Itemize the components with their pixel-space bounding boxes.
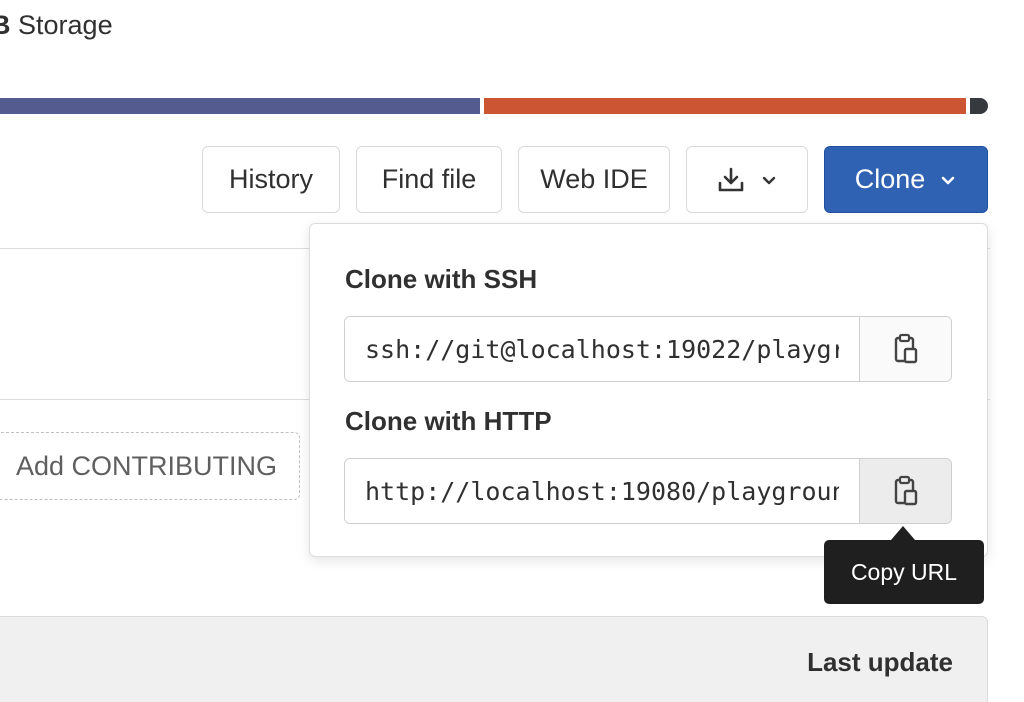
clone-ssh-title: Clone with SSH — [345, 264, 538, 294]
chevron-down-icon — [762, 176, 776, 184]
download-icon — [718, 167, 744, 191]
storage-stat[interactable]: B Storage — [0, 10, 113, 41]
clone-dropdown-menu: Clone with SSH Clone with HTTP — [309, 223, 988, 557]
clone-ssh-input-group — [344, 316, 952, 382]
clone-http-title: Clone with HTTP — [345, 406, 552, 436]
language-segment[interactable] — [484, 98, 966, 114]
file-table-header: Last update — [0, 616, 988, 702]
history-button[interactable]: History — [202, 146, 340, 213]
copy-http-url-button[interactable] — [859, 459, 951, 523]
chevron-down-icon — [941, 176, 955, 184]
last-update-column-header: Last update — [807, 647, 953, 677]
clone-dropdown-button[interactable]: Clone — [824, 146, 988, 213]
clone-http-input-group — [344, 458, 952, 524]
repository-languages-bar — [0, 98, 990, 114]
language-segment[interactable] — [970, 98, 988, 114]
http-url-input[interactable] — [345, 459, 859, 523]
clipboard-icon — [894, 475, 917, 506]
storage-size-fragment: B — [0, 10, 11, 40]
copy-url-tooltip: Copy URL — [824, 540, 984, 604]
tooltip-arrow — [891, 526, 915, 540]
clone-button-label: Clone — [854, 164, 926, 194]
copy-ssh-url-button[interactable] — [859, 317, 951, 381]
storage-label: Storage — [18, 10, 113, 40]
web-ide-button[interactable]: Web IDE — [518, 146, 670, 213]
download-dropdown-button[interactable] — [686, 146, 808, 213]
clipboard-icon — [894, 333, 917, 364]
add-contributing-button[interactable]: Add CONTRIBUTING — [0, 432, 300, 500]
find-file-button[interactable]: Find file — [356, 146, 502, 213]
repository-page: B Storage Add CONTRIBUTING Last update H… — [0, 0, 1024, 702]
language-segment[interactable] — [0, 98, 480, 114]
ssh-url-input[interactable] — [345, 317, 859, 381]
